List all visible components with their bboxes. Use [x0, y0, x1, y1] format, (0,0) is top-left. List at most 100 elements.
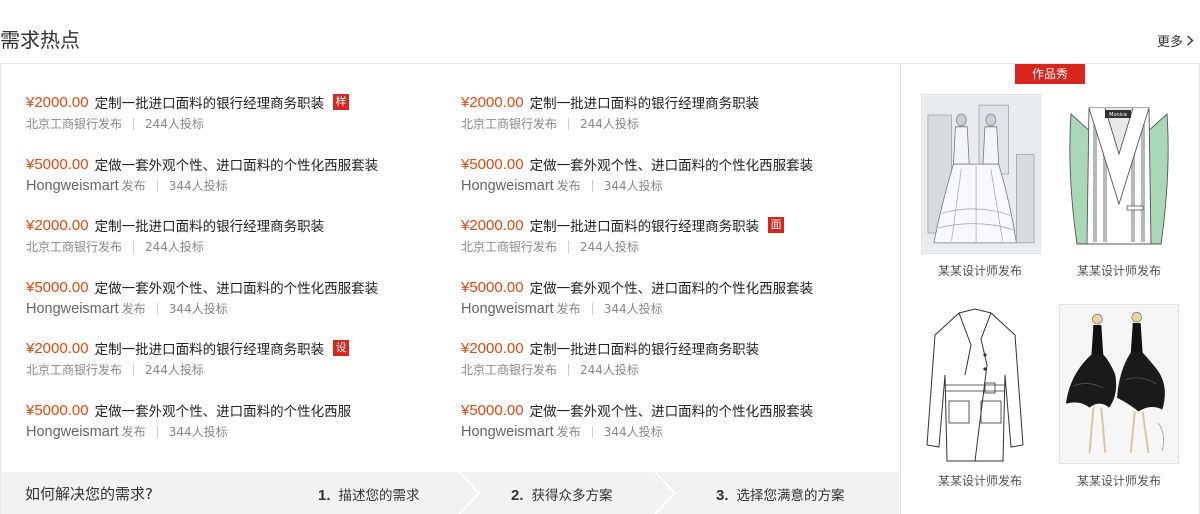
demand-item[interactable]: ¥2000.00 定制一批进口面料的银行经理商务职装 北京工商银行发布 244人…	[26, 215, 446, 255]
demand-price: ¥2000.00	[26, 93, 89, 111]
demand-price: ¥2000.00	[26, 339, 89, 357]
demand-item[interactable]: ¥2000.00 定制一批进口面料的银行经理商务职装 北京工商银行发布 244人…	[461, 92, 881, 132]
meta-divider	[156, 425, 158, 438]
demand-item[interactable]: ¥5000.00 定做一套外观个性、进口面料的个性化西服套装 Hongweism…	[26, 154, 446, 194]
demand-title[interactable]: 定做一套外观个性、进口面料的个性化西服套装	[530, 400, 814, 420]
meta-divider	[133, 240, 135, 253]
trench-coat-sketch-icon	[925, 305, 1025, 465]
step-arrow-icon	[654, 472, 677, 514]
meta-divider	[133, 117, 135, 130]
meta-divider	[591, 179, 593, 192]
demand-bids: 344人投标	[603, 179, 663, 193]
step-label: 描述您的需求	[338, 488, 420, 504]
demand-bids: 244人投标	[145, 240, 204, 254]
demand-bids: 244人投标	[145, 117, 204, 131]
demand-price: ¥5000.00	[461, 278, 524, 296]
demand-price: ¥5000.00	[461, 155, 524, 173]
work-image[interactable]	[921, 94, 1041, 254]
demand-publisher-suffix: 发布	[556, 179, 581, 193]
demand-publisher: 北京工商银行发布	[26, 363, 123, 377]
step-number: 1.	[318, 487, 331, 504]
demand-bids: 244人投标	[580, 363, 639, 377]
howto-step-2: 2. 获得众多方案	[511, 484, 613, 504]
step-number: 3.	[716, 487, 729, 504]
works-badge: 作品秀	[1015, 64, 1085, 84]
howto-step-1: 1. 描述您的需求	[318, 484, 420, 504]
demand-item[interactable]: ¥2000.00 定制一批进口面料的银行经理商务职装 样 北京工商银行发布 24…	[26, 92, 446, 132]
work-image[interactable]	[925, 305, 1025, 465]
demand-publisher: 北京工商银行发布	[26, 117, 123, 131]
demand-publisher: Hongweismart	[461, 177, 554, 194]
panel-divider	[900, 63, 901, 514]
demand-price: ¥2000.00	[461, 216, 524, 234]
more-label: 更多	[1156, 35, 1183, 50]
meta-divider	[568, 240, 570, 253]
demand-title[interactable]: 定做一套外观个性、进口面料的个性化西服套装	[530, 277, 814, 297]
demand-title[interactable]: 定制一批进口面料的银行经理商务职装	[95, 215, 325, 235]
demand-price: ¥2000.00	[26, 216, 89, 234]
demand-price: ¥2000.00	[461, 93, 524, 111]
demand-item[interactable]: ¥5000.00 定做一套外观个性、进口面料的个性化西服套装 Hongweism…	[461, 400, 881, 440]
demand-price: ¥5000.00	[26, 155, 89, 173]
section-title: 需求热点	[0, 28, 80, 52]
demand-bids: 244人投标	[145, 363, 204, 377]
demand-publisher: 北京工商银行发布	[461, 117, 558, 131]
svg-text:Monica: Monica	[1109, 112, 1127, 118]
step-number: 2.	[511, 487, 524, 504]
howto-question: 如何解决您的需求?	[25, 485, 153, 503]
demand-title[interactable]: 定做一套外观个性、进口面料的个性化西服	[95, 400, 352, 420]
demand-bids: 344人投标	[168, 425, 228, 439]
demand-item[interactable]: ¥5000.00 定做一套外观个性、进口面料的个性化西服套装 Hongweism…	[26, 277, 446, 317]
demand-publisher: Hongweismart	[26, 423, 119, 440]
demand-bids: 344人投标	[168, 179, 228, 193]
demand-publisher-suffix: 发布	[556, 425, 581, 439]
demand-publisher: Hongweismart	[26, 177, 119, 194]
demand-title[interactable]: 定做一套外观个性、进口面料的个性化西服套装	[530, 154, 814, 174]
demand-tag: 样	[333, 94, 350, 110]
demand-publisher: Hongweismart	[26, 300, 119, 317]
demand-publisher: 北京工商银行发布	[461, 363, 558, 377]
step-label: 获得众多方案	[531, 488, 613, 504]
meta-divider	[156, 179, 158, 192]
striped-blazer-icon: Monica	[1065, 94, 1173, 254]
meta-divider	[156, 302, 158, 315]
demand-publisher-suffix: 发布	[121, 179, 146, 193]
work-caption: 某某设计师发布	[1076, 264, 1161, 278]
demand-title[interactable]: 定制一批进口面料的银行经理商务职装	[530, 338, 760, 358]
demand-bids: 244人投标	[580, 240, 639, 254]
demand-item[interactable]: ¥5000.00 定做一套外观个性、进口面料的个性化西服套装 Hongweism…	[461, 277, 881, 317]
meta-divider	[568, 363, 570, 376]
demand-item[interactable]: ¥2000.00 定制一批进口面料的银行经理商务职装 北京工商银行发布 244人…	[461, 338, 881, 378]
demand-item[interactable]: ¥5000.00 定做一套外观个性、进口面料的个性化西服 Hongweismar…	[26, 400, 446, 440]
demand-publisher: 北京工商银行发布	[461, 240, 558, 254]
demand-title[interactable]: 定制一批进口面料的银行经理商务职装	[95, 338, 325, 358]
demand-publisher: 北京工商银行发布	[26, 240, 123, 254]
demand-price: ¥5000.00	[461, 401, 524, 419]
dress-sketch-icon	[922, 95, 1040, 253]
demand-price: ¥5000.00	[26, 278, 89, 296]
more-link[interactable]: 更多	[1157, 31, 1194, 50]
demand-title[interactable]: 定制一批进口面料的银行经理商务职装	[95, 92, 325, 112]
demand-tag: 面	[768, 217, 785, 233]
demand-title[interactable]: 定做一套外观个性、进口面料的个性化西服套装	[95, 154, 379, 174]
demand-item[interactable]: ¥2000.00 定制一批进口面料的银行经理商务职装 面 北京工商银行发布 24…	[461, 215, 881, 255]
demand-tag: 设	[333, 340, 350, 356]
demand-title[interactable]: 定制一批进口面料的银行经理商务职装	[530, 215, 760, 235]
demand-item[interactable]: ¥5000.00 定做一套外观个性、进口面料的个性化西服套装 Hongweism…	[461, 154, 881, 194]
demand-title[interactable]: 定制一批进口面料的银行经理商务职装	[530, 92, 760, 112]
howto-bar: 如何解决您的需求? 1. 描述您的需求 2. 获得众多方案 3. 选择您满意的方…	[1, 472, 899, 514]
demand-bids: 344人投标	[168, 302, 228, 316]
work-caption: 某某设计师发布	[937, 264, 1022, 278]
demand-item[interactable]: ¥2000.00 定制一批进口面料的银行经理商务职装 设 北京工商银行发布 24…	[26, 338, 446, 378]
demand-publisher: Hongweismart	[461, 423, 554, 440]
meta-divider	[568, 117, 570, 130]
demand-title[interactable]: 定做一套外观个性、进口面料的个性化西服套装	[95, 277, 379, 297]
demand-bids: 344人投标	[603, 425, 663, 439]
meta-divider	[591, 425, 593, 438]
work-image[interactable]: Monica	[1065, 94, 1173, 254]
work-image[interactable]	[1059, 304, 1179, 464]
black-gown-sketch-icon	[1060, 305, 1178, 463]
demand-bids: 344人投标	[603, 302, 663, 316]
step-label: 选择您满意的方案	[736, 488, 845, 504]
demand-publisher-suffix: 发布	[121, 302, 146, 316]
